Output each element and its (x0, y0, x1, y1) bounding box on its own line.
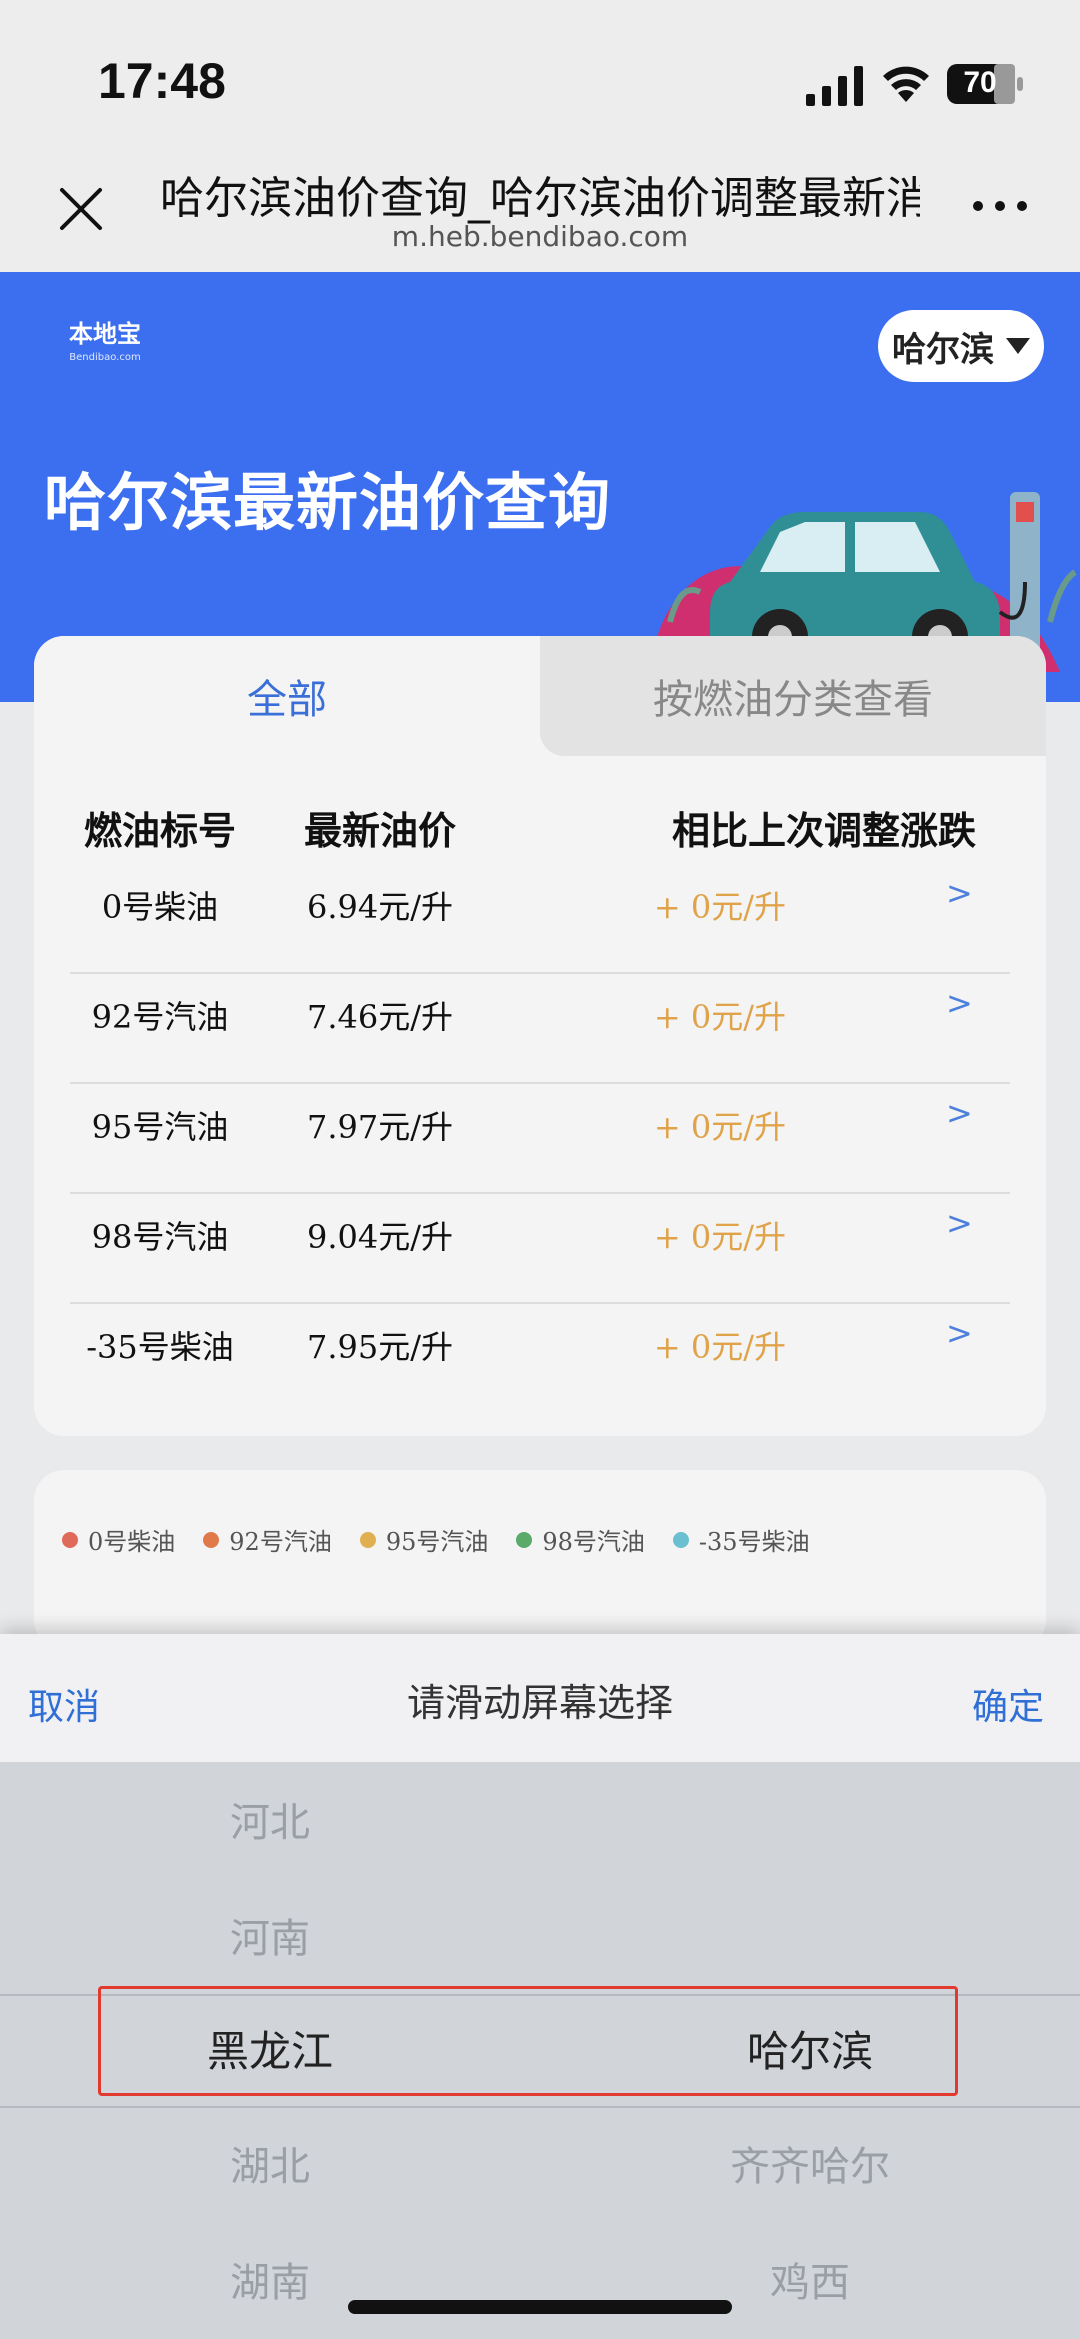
fuel-price: 9.04元/升 (306, 1218, 454, 1256)
header-latest-price: 最新油价 (303, 809, 456, 853)
header-price-change: 相比上次调整涨跌 (671, 809, 976, 853)
city-select-button[interactable]: 哈尔滨 (878, 310, 1044, 382)
picker-toolbar: 取消 请滑动屏幕选择 确定 (0, 1634, 1080, 1762)
more-options-icon[interactable] (970, 196, 1030, 216)
price-change: + 0元/升 (653, 1108, 787, 1146)
chevron-right-icon[interactable]: > (946, 984, 973, 1022)
price-change: + 0元/升 (653, 1218, 787, 1256)
province-option[interactable]: 湖南 (170, 2250, 370, 2308)
fuel-name: 95号汽油 (91, 1108, 229, 1146)
price-change: + 0元/升 (653, 998, 787, 1036)
province-option[interactable]: 湖北 (170, 2134, 370, 2192)
table-row[interactable]: 98号汽油 9.04元/升 + 0元/升 > (70, 1194, 1010, 1304)
price-change: + 0元/升 (653, 888, 787, 926)
chevron-right-icon[interactable]: > (946, 1094, 973, 1132)
fuel-name: 92号汽油 (91, 998, 229, 1036)
chevron-right-icon[interactable]: > (946, 874, 973, 912)
battery-level: 70 (963, 66, 997, 99)
fuel-name: 98号汽油 (91, 1218, 229, 1256)
status-bar: 17:48 70 (0, 0, 1080, 150)
caret-down-icon (1006, 338, 1030, 354)
table-row[interactable]: 0号柴油 6.94元/升 + 0元/升 > (70, 864, 1010, 974)
fuel-name: -35号柴油 (86, 1328, 234, 1366)
legend-dot (359, 1531, 376, 1548)
chart-card: 0号柴油 92号汽油 95号汽油 98号汽油 -35号柴油 (34, 1470, 1046, 1650)
legend-item[interactable]: 95号汽油 (359, 1522, 489, 1557)
picker-divider (0, 2106, 1080, 2108)
legend-item[interactable]: 98号汽油 (516, 1522, 645, 1557)
legend-label: 95号汽油 (385, 1528, 489, 1556)
city-select-label: 哈尔滨 (892, 329, 994, 370)
legend-dot (203, 1531, 220, 1548)
chevron-right-icon[interactable]: > (946, 1314, 973, 1352)
status-time: 17:48 (98, 53, 226, 109)
chevron-right-icon[interactable]: > (946, 1204, 973, 1242)
legend-label: -35号柴油 (698, 1528, 810, 1556)
picker-confirm-button[interactable]: 确定 (972, 1678, 1044, 1730)
legend-dot (516, 1531, 533, 1548)
picker-title: 请滑动屏幕选择 (406, 1681, 673, 1725)
legend-item[interactable]: 0号柴油 (62, 1522, 175, 1557)
table-row[interactable]: 92号汽油 7.46元/升 + 0元/升 > (70, 974, 1010, 1084)
table-row[interactable]: 95号汽油 7.97元/升 + 0元/升 > (70, 1084, 1010, 1194)
price-change: + 0元/升 (653, 1328, 787, 1366)
table-row[interactable]: -35号柴油 7.95元/升 + 0元/升 > (70, 1304, 1010, 1414)
legend-label: 98号汽油 (542, 1528, 645, 1556)
fuel-name: 0号柴油 (101, 888, 219, 926)
legend-item[interactable]: -35号柴油 (672, 1522, 810, 1557)
home-indicator[interactable] (348, 2300, 732, 2314)
hero-title: 哈尔滨最新油价查询 (44, 466, 612, 539)
city-option[interactable]: 齐齐哈尔 (660, 2134, 960, 2192)
bendibao-logo: 本地宝 Bendibao.com (69, 320, 141, 363)
svg-text:Bendibao.com: Bendibao.com (69, 352, 140, 363)
legend-item[interactable]: 92号汽油 (203, 1522, 332, 1557)
chart-legend: 0号柴油 92号汽油 95号汽油 98号汽油 -35号柴油 (62, 1522, 810, 1557)
svg-text:本地宝: 本地宝 (69, 320, 141, 348)
browser-header: 哈尔滨油价查询_哈尔滨油价调整最新消息 m.heb.bendibao.com (0, 150, 1080, 272)
legend-dot (62, 1531, 78, 1548)
tab-by-fuel-type[interactable]: 按燃油分类查看 (540, 636, 1046, 756)
fuel-price: 7.97元/升 (306, 1108, 454, 1146)
province-option[interactable]: 河北 (170, 1790, 370, 1848)
fuel-price: 7.95元/升 (306, 1328, 454, 1366)
browser-page-title: 哈尔滨油价查询_哈尔滨油价调整最新消息 (160, 173, 920, 224)
selection-highlight-box (98, 1986, 958, 2096)
legend-label: 0号柴油 (88, 1528, 176, 1556)
fuel-price: 6.94元/升 (306, 888, 454, 926)
header-fuel-grade: 燃油标号 (83, 809, 236, 853)
cellular-signal-icon (806, 66, 863, 106)
price-card: 全部 按燃油分类查看 燃油标号 最新油价 相比上次调整涨跌 0号柴油 6.94元… (34, 636, 1046, 1436)
province-option[interactable]: 河南 (170, 1906, 370, 1964)
legend-label: 92号汽油 (229, 1528, 332, 1556)
legend-dot (672, 1531, 689, 1548)
fuel-price: 7.46元/升 (306, 998, 454, 1036)
wifi-icon (883, 66, 929, 102)
tab-all[interactable]: 全部 (34, 636, 540, 756)
browser-url: m.heb.bendibao.com (391, 220, 689, 253)
